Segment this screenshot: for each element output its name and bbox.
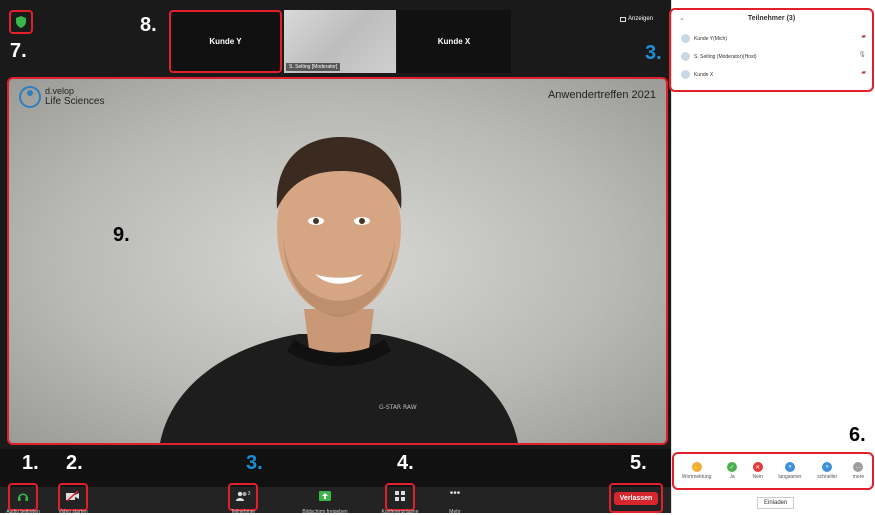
audio-button-frame bbox=[8, 483, 38, 511]
share-screen-button[interactable]: Bildschirm freigeben bbox=[302, 483, 348, 515]
marker-7: 7. bbox=[10, 40, 27, 62]
participants-count: 3 bbox=[247, 491, 251, 497]
video-muted-icon: ▰ bbox=[861, 34, 866, 40]
participant-row[interactable]: Kunde Y(Mich) bbox=[681, 34, 727, 43]
svg-text:G-STAR RAW: G-STAR RAW bbox=[379, 404, 417, 411]
breakout-rooms-button[interactable]: Konferenzräume bbox=[382, 483, 418, 515]
reaction-faster[interactable]: » schneller bbox=[817, 462, 837, 480]
marker-8: 8. bbox=[140, 14, 157, 36]
check-icon: ✓ bbox=[726, 462, 737, 472]
marker-1: 1. bbox=[22, 452, 39, 474]
microphone-icon: 🎙 bbox=[858, 52, 866, 58]
participants-title: Teilnehmer (3) bbox=[747, 15, 796, 22]
video-thumbnail-bar: Kunde Y S. Selting [Moderator] Kunde X A… bbox=[0, 0, 671, 75]
video-button[interactable]: Video starten bbox=[58, 483, 88, 515]
marker-4: 4. bbox=[397, 452, 414, 474]
cross-icon: ✕ bbox=[752, 462, 763, 472]
zoom-window: Kunde Y S. Selting [Moderator] Kunde X A… bbox=[0, 0, 671, 515]
participants-list: ⌄ Teilnehmer (3) Kunde Y(Mich) ▰ S. Selt… bbox=[669, 8, 874, 92]
video-button-frame bbox=[58, 483, 88, 511]
share-screen-icon bbox=[319, 491, 331, 501]
marker-3-panel: 3. bbox=[645, 42, 662, 64]
participants-icon bbox=[235, 491, 247, 501]
faster-icon: » bbox=[822, 462, 833, 472]
grid-icon bbox=[620, 16, 626, 22]
thumbnail-kunde-y[interactable]: Kunde Y bbox=[169, 10, 282, 73]
encryption-shield-icon[interactable] bbox=[9, 10, 33, 34]
thumbnail-caption: S. Selting [Moderator] bbox=[286, 63, 341, 71]
participant-row[interactable]: Kunde X bbox=[681, 70, 713, 79]
avatar bbox=[681, 70, 690, 79]
view-button[interactable]: Anzeigen bbox=[620, 16, 653, 22]
more-dots-icon: ••• bbox=[449, 488, 461, 499]
participants-button[interactable]: 3 Teilnehmer bbox=[228, 483, 258, 515]
video-off-icon bbox=[66, 491, 79, 501]
invite-button[interactable]: Einladen bbox=[757, 497, 795, 509]
more-icon: … bbox=[853, 462, 864, 472]
reaction-slower[interactable]: « langsamer bbox=[778, 462, 802, 480]
dvelop-logo-icon bbox=[19, 86, 41, 108]
more-button[interactable]: ••• Mehr bbox=[440, 483, 470, 515]
slower-icon: « bbox=[784, 462, 795, 472]
participant-row[interactable]: S. Selting (Moderator)(Host) bbox=[681, 52, 757, 61]
leave-button-frame: Verlassen bbox=[609, 483, 663, 513]
avatar bbox=[681, 34, 690, 43]
reactions-bar: ✋ Wortmeldung ✓ Ja ✕ Nein « langsamer » … bbox=[672, 452, 874, 490]
marker-5: 5. bbox=[630, 452, 647, 474]
headphones-icon bbox=[18, 493, 28, 501]
reaction-raise-hand[interactable]: ✋ Wortmeldung bbox=[682, 462, 711, 480]
avatar bbox=[681, 52, 690, 61]
toolbar-background bbox=[0, 449, 671, 487]
grid-rooms-icon bbox=[395, 491, 405, 501]
marker-3-toolbar: 3. bbox=[246, 452, 263, 474]
video-muted-icon: ▰ bbox=[861, 70, 866, 76]
reaction-more[interactable]: … more bbox=[853, 462, 864, 480]
speaker-video-person: G-STAR RAW bbox=[160, 137, 518, 443]
marker-6: 6. bbox=[849, 424, 866, 446]
dvelop-logo: d.velop Life Sciences bbox=[19, 86, 104, 108]
thumbnail-moderator[interactable]: S. Selting [Moderator] bbox=[284, 10, 396, 73]
thumbnail-kunde-x[interactable]: Kunde X bbox=[397, 10, 511, 73]
more-button-frame: ••• bbox=[440, 483, 470, 511]
event-title: Anwendertreffen 2021 bbox=[547, 89, 656, 101]
participants-button-frame: 3 bbox=[228, 483, 258, 511]
leave-button[interactable]: Verlassen bbox=[613, 491, 659, 505]
raise-hand-icon: ✋ bbox=[691, 462, 702, 472]
breakout-button-frame bbox=[385, 483, 415, 511]
marker-9: 9. bbox=[113, 224, 130, 246]
audio-button[interactable]: Audio beitreten bbox=[6, 483, 40, 515]
reaction-yes[interactable]: ✓ Ja bbox=[726, 462, 737, 480]
share-button-frame bbox=[310, 483, 340, 511]
marker-2: 2. bbox=[66, 452, 83, 474]
reaction-no[interactable]: ✕ Nein bbox=[752, 462, 763, 480]
main-video-area: d.velop Life Sciences Anwendertreffen 20… bbox=[7, 77, 668, 445]
